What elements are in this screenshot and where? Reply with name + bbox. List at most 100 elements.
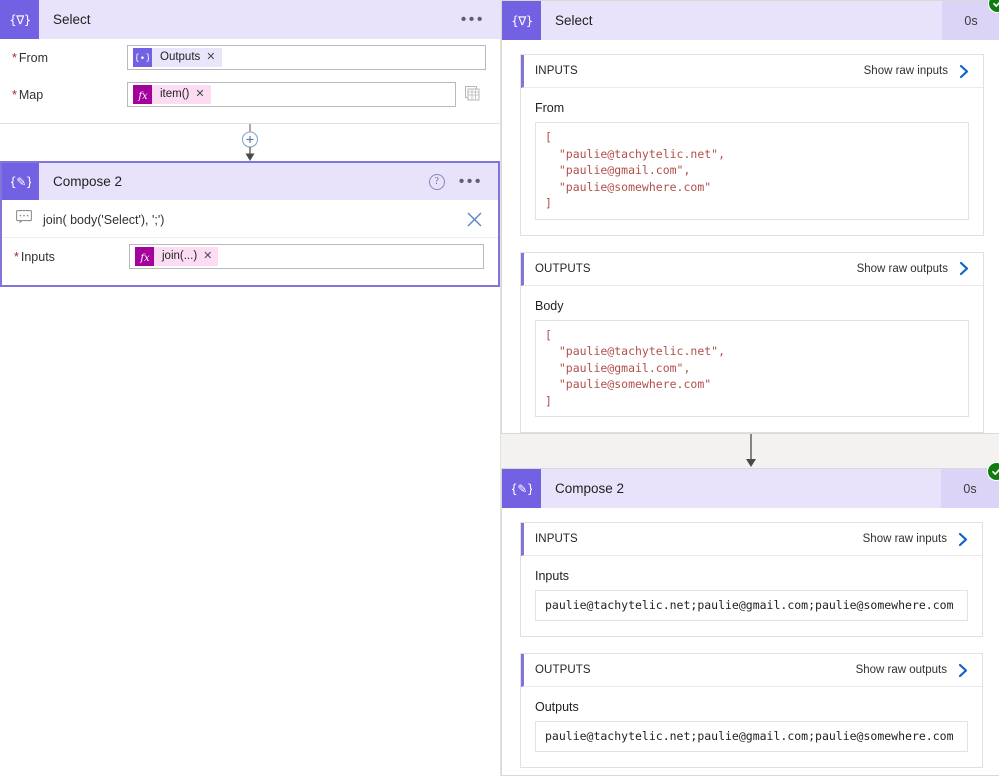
run-select-header[interactable]: {∇} Select 0s [502,0,999,40]
svg-text:{✎}: {✎} [512,482,532,496]
select-card-actions: ••• [461,11,500,27]
compose-action-icon: {✎} [502,469,541,508]
svg-text:fx: fx [139,253,150,264]
run-select-title: Select [555,13,593,28]
compose-card-actions: ? ••• [428,173,498,190]
chevron-right-icon[interactable] [957,261,971,276]
section-title: INPUTS [535,65,578,77]
select-card-header[interactable]: {∇} Select ••• [0,0,500,39]
chevron-right-icon[interactable] [956,663,970,678]
token-chip-join[interactable]: fx join(...) ✕ [135,247,219,266]
svg-text:{∙}: {∙} [136,54,149,64]
designer-card-compose-2[interactable]: {✎} Compose 2 ? ••• [0,161,500,287]
compose-card-header[interactable]: {✎} Compose 2 ? ••• [2,163,498,200]
token-chip-remove-button[interactable]: ✕ [203,247,219,266]
inputs-value-code: [ "paulie@tachytelic.net", "paulie@gmail… [535,122,969,220]
run-card-select: {∇} Select 0s INPUTS Show raw inputs Fro… [501,0,999,434]
required-marker: * [12,50,17,65]
compose-card-body: join( body('Select'), ';') * Inputs fx j… [2,200,498,285]
select-action-icon: {∇} [502,1,541,40]
inputs-section-content: From [ "paulie@tachytelic.net", "paulie@… [521,88,983,235]
token-chip-outputs[interactable]: {∙} Outputs ✕ [133,48,222,67]
show-raw-outputs-link[interactable]: Show raw outputs [857,263,948,275]
compose-card-more-button[interactable]: ••• [459,173,483,189]
select-card-body: *From {∙} Outputs ✕ [0,39,500,123]
outputs-field-name: Body [535,298,564,313]
run-compose-inputs-section: INPUTS Show raw inputs Inputs paulie@tac… [520,522,983,637]
show-raw-inputs-link[interactable]: Show raw inputs [863,533,947,545]
run-flow-arrow [501,434,999,468]
token-chip-label: item() [152,85,196,104]
run-select-outputs-section: OUTPUTS Show raw outputs Body [ "paulie@… [520,251,984,433]
outputs-section-content: Outputs paulie@tachytelic.net;paulie@gma… [521,687,982,767]
section-title: INPUTS [535,533,578,545]
field-map-label: * Map [12,87,44,102]
outputs-field-name: Outputs [535,700,579,714]
compose-comment-text: join( body('Select'), ';') [43,212,165,227]
inputs-section-header: INPUTS Show raw inputs [521,55,983,88]
required-marker: * [14,249,19,264]
expression-function-icon: fx [133,85,152,104]
field-inputs-label: * Inputs [14,249,55,264]
field-map-control: fx item() ✕ [127,82,486,107]
inputs-section-content: Inputs paulie@tachytelic.net;paulie@gmai… [521,556,982,636]
section-title: OUTPUTS [535,664,591,676]
outputs-value-text: paulie@tachytelic.net;paulie@gmail.com;p… [535,721,968,752]
field-from-label: * From [12,50,49,65]
token-chip-remove-button[interactable]: ✕ [206,48,222,67]
token-chip-item[interactable]: fx item() ✕ [133,85,211,104]
run-select-inputs-section: INPUTS Show raw inputs From [ "paulie@ta… [520,54,984,236]
required-marker: * [12,87,17,102]
compose-comment-row: join( body('Select'), ';') [2,200,498,238]
outputs-section-header: OUTPUTS Show raw outputs [521,654,982,687]
designer-canvas: {∇} Select ••• * From ∙ Outputs ✕ * Map … [0,0,500,776]
close-icon[interactable] [464,211,484,228]
flow-run-screen: {∇} Select ••• * From ∙ Outputs ✕ * Map … [0,0,999,776]
inputs-input[interactable]: fx join(...) ✕ [129,244,484,269]
inputs-field-name: Inputs [535,569,570,583]
run-compose-outputs-section: OUTPUTS Show raw outputs Outputs paulie@… [520,653,983,768]
outputs-value-code: [ "paulie@tachytelic.net", "paulie@gmail… [535,319,969,417]
run-compose-header[interactable]: {✎} Compose 2 0s [502,462,999,508]
comment-icon [16,210,34,229]
chevron-right-icon[interactable] [957,64,971,79]
field-map-row: * Map fx item() ✕ [0,76,500,113]
add-step-plus-icon[interactable] [233,124,267,161]
field-inputs-control: fx join(...) ✕ [129,244,484,269]
show-raw-outputs-link[interactable]: Show raw outputs [856,664,947,676]
token-chip-remove-button[interactable]: ✕ [195,85,211,104]
select-action-icon: {∇} [0,0,39,39]
map-input[interactable]: fx item() ✕ [127,82,456,107]
expression-function-icon: fx [135,247,154,266]
run-select-body: INPUTS Show raw inputs From [ "paulie@ta… [502,40,999,449]
select-card-more-button[interactable]: ••• [461,11,485,27]
inputs-field-name: From [535,101,565,115]
chevron-right-icon[interactable] [956,532,970,547]
compose-card-title: Compose 2 [53,174,123,189]
svg-text:{∇}: {∇} [10,13,30,27]
flow-connector [0,124,500,161]
designer-card-select[interactable]: {∇} Select ••• * From ∙ Outputs ✕ * Map … [0,0,500,124]
inputs-value-text: paulie@tachytelic.net;paulie@gmail.com;p… [535,590,968,621]
compose-action-icon: {✎} [2,163,39,200]
inputs-section-header: INPUTS Show raw inputs [521,523,982,556]
select-card-title: Select [53,12,91,27]
svg-text:fx: fx [137,91,148,102]
run-compose-title: Compose 2 [555,481,625,496]
field-from-control: {∙} Outputs ✕ [127,45,486,70]
field-from-row: *From {∙} Outputs ✕ [0,39,500,76]
run-compose-body: INPUTS Show raw inputs Inputs paulie@tac… [502,508,999,776]
svg-text:{∇}: {∇} [512,14,532,28]
green-check-icon [987,462,999,481]
show-raw-inputs-link[interactable]: Show raw inputs [864,65,948,77]
help-icon[interactable]: ? [428,173,445,190]
run-card-compose-2: {✎} Compose 2 0s INPUTS Show raw inputs [501,462,999,776]
svg-text:{✎}: {✎} [11,175,31,189]
from-input[interactable]: {∙} Outputs ✕ [127,45,486,70]
outputs-section-header: OUTPUTS Show raw outputs [521,252,983,286]
outputs-section-content: Body [ "paulie@tachytelic.net", "paulie@… [521,286,983,433]
field-inputs-row: * Inputs fx join(...) ✕ [2,238,498,275]
dynamic-content-icon: {∙} [133,48,152,67]
switch-map-view-icon[interactable] [464,84,486,106]
section-title: OUTPUTS [535,262,591,275]
